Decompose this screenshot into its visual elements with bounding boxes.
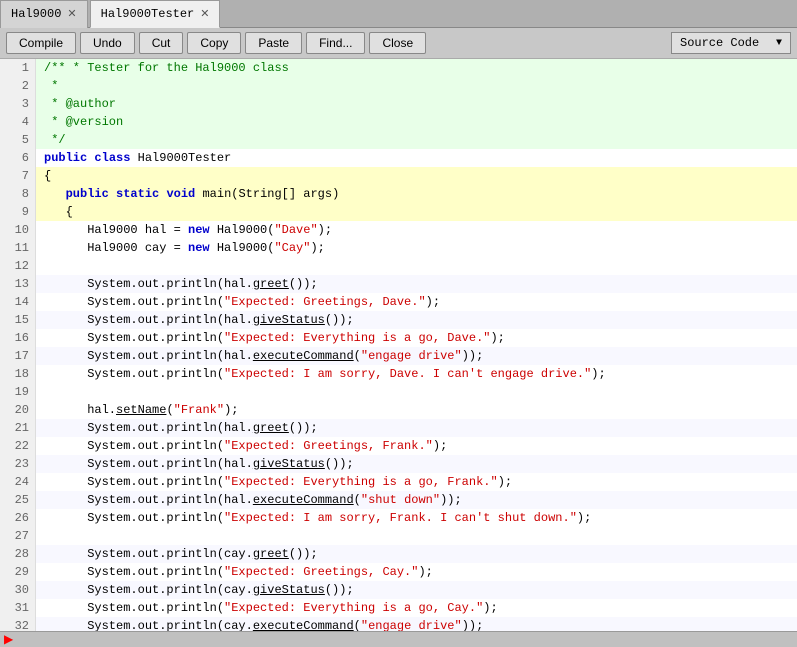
code-line: System.out.println(cay.giveStatus()); (36, 581, 797, 599)
source-code-dropdown[interactable]: Source Code ▼ (671, 32, 791, 54)
code-line: Hal9000 hal = new Hal9000("Dave"); (36, 221, 797, 239)
code-line: System.out.println("Expected: Greetings,… (36, 437, 797, 455)
code-line: { (36, 167, 797, 185)
code-line: hal.setName("Frank"); (36, 401, 797, 419)
code-line: System.out.println("Expected: I am sorry… (36, 509, 797, 527)
code-line: public static void main(String[] args) (36, 185, 797, 203)
code-line: public class Hal9000Tester (36, 149, 797, 167)
code-line: System.out.println("Expected: Greetings,… (36, 563, 797, 581)
editor-container: 1234567891011121314151617181920212223242… (0, 59, 797, 631)
source-code-label: Source Code (680, 36, 759, 50)
code-line: System.out.println(hal.executeCommand("s… (36, 491, 797, 509)
cut-button[interactable]: Cut (139, 32, 184, 54)
code-line: * @author (36, 95, 797, 113)
code-line: System.out.println(hal.greet()); (36, 275, 797, 293)
code-line: System.out.println(hal.giveStatus()); (36, 311, 797, 329)
tab-hal9000-close[interactable]: ✕ (67, 7, 76, 21)
paste-button[interactable]: Paste (245, 32, 302, 54)
code-line: * (36, 77, 797, 95)
tab-hal9000tester[interactable]: Hal9000Tester ✕ (90, 0, 221, 28)
code-line: System.out.println("Expected: Greetings,… (36, 293, 797, 311)
code-line: /** * Tester for the Hal9000 class (36, 59, 797, 77)
code-line (36, 527, 797, 545)
code-line: { (36, 203, 797, 221)
find-button[interactable]: Find... (306, 32, 365, 54)
code-line (36, 383, 797, 401)
code-line: System.out.println(hal.executeCommand("e… (36, 347, 797, 365)
toolbar: Compile Undo Cut Copy Paste Find... Clos… (0, 28, 797, 59)
undo-button[interactable]: Undo (80, 32, 135, 54)
code-line: System.out.println(cay.greet()); (36, 545, 797, 563)
tab-hal9000-label: Hal9000 (11, 7, 61, 21)
tab-bar: Hal9000 ✕ Hal9000Tester ✕ (0, 0, 797, 28)
line-numbers: 1234567891011121314151617181920212223242… (0, 59, 36, 631)
copy-button[interactable]: Copy (187, 32, 241, 54)
code-area[interactable]: /** * Tester for the Hal9000 class * * @… (36, 59, 797, 631)
compile-button[interactable]: Compile (6, 32, 76, 54)
close-button[interactable]: Close (369, 32, 426, 54)
code-line: System.out.println(hal.greet()); (36, 419, 797, 437)
code-line: System.out.println("Expected: Everything… (36, 599, 797, 617)
code-line: * @version (36, 113, 797, 131)
code-line (36, 257, 797, 275)
error-indicator: ▶ (4, 632, 13, 647)
tab-hal9000tester-label: Hal9000Tester (101, 7, 195, 21)
tab-hal9000[interactable]: Hal9000 ✕ (0, 0, 88, 28)
code-line: */ (36, 131, 797, 149)
code-line: System.out.println("Expected: Everything… (36, 473, 797, 491)
dropdown-arrow-icon: ▼ (776, 38, 782, 49)
bottom-bar: ▶ (0, 631, 797, 647)
code-line: System.out.println(hal.giveStatus()); (36, 455, 797, 473)
code-line: Hal9000 cay = new Hal9000("Cay"); (36, 239, 797, 257)
tab-hal9000tester-close[interactable]: ✕ (200, 7, 209, 21)
code-line: System.out.println("Expected: Everything… (36, 329, 797, 347)
code-line: System.out.println("Expected: I am sorry… (36, 365, 797, 383)
code-line: System.out.println(cay.executeCommand("e… (36, 617, 797, 631)
